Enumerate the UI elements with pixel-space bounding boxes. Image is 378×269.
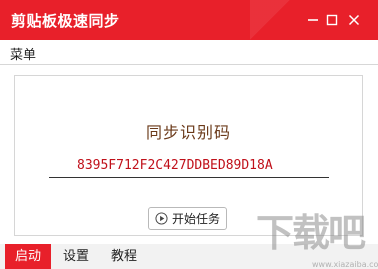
tab-start[interactable]: 启动 [5, 244, 51, 269]
maximize-button[interactable] [322, 10, 342, 30]
maximize-icon [326, 14, 338, 26]
sync-code-label: 同步识别码 [145, 123, 231, 142]
start-task-button[interactable]: 开始任务 [148, 207, 227, 230]
tab-tutorial[interactable]: 教程 [101, 244, 147, 269]
menu-item-menu[interactable]: 菜单 [10, 44, 36, 63]
minimize-button[interactable] [303, 10, 323, 30]
bottom-tab-bar: 启动 设置 教程 [0, 244, 378, 269]
close-button[interactable] [344, 10, 364, 30]
sync-code-panel: 同步识别码 8395F712F2C427DDBED89D18A 开始任务 [14, 75, 363, 236]
start-task-label: 开始任务 [171, 212, 220, 226]
menu-bar: 菜单 [0, 40, 378, 65]
window-title: 剪贴板极速同步 [11, 12, 120, 30]
sync-code-value[interactable]: 8395F712F2C427DDBED89D18A [77, 158, 273, 173]
title-bar-decoration [250, 0, 290, 40]
tab-settings[interactable]: 设置 [53, 244, 99, 269]
play-circle-icon [155, 212, 168, 225]
sync-code-underline [49, 177, 329, 178]
minimize-icon [308, 19, 318, 21]
title-bar: 剪贴板极速同步 [0, 0, 378, 40]
close-icon [348, 14, 360, 26]
